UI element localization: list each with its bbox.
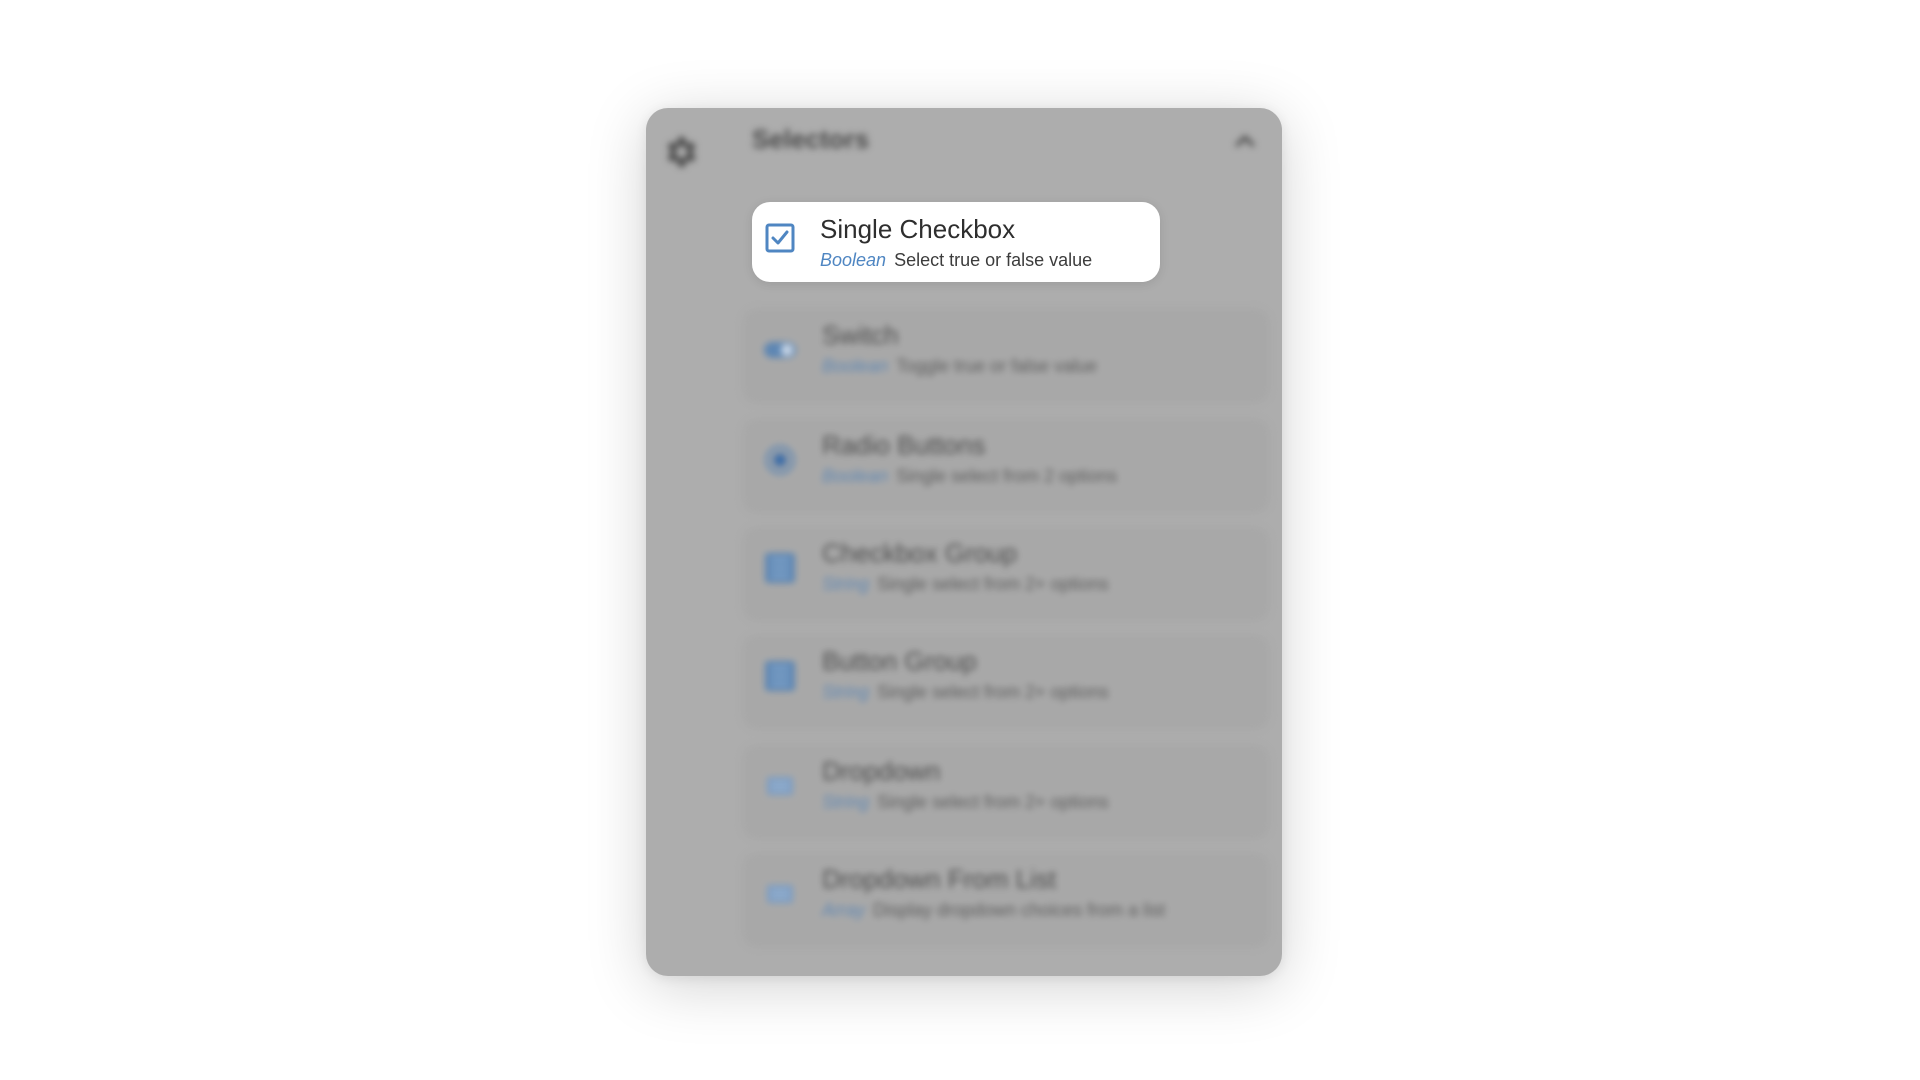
- item-description: Single select from 2+ options: [877, 574, 1109, 594]
- list-item-radio-buttons[interactable]: Radio Buttons Boolean Single select from …: [742, 418, 1270, 514]
- item-type: Boolean: [820, 250, 887, 270]
- item-description: Single select from 2+ options: [877, 682, 1109, 702]
- item-description: Select true or false value: [894, 250, 1093, 270]
- list-item-button-group[interactable]: Button Group String Single select from 2+…: [742, 634, 1270, 730]
- list-dropdown-icon: [767, 885, 793, 903]
- radio-icon: [765, 445, 795, 475]
- item-type: Boolean: [822, 356, 889, 376]
- stage: Selectors Switch Boolean Toggle true or f…: [0, 0, 1920, 1080]
- item-title: Single Checkbox: [820, 214, 1016, 244]
- item-subtitle: String Single select from 2+ options: [822, 792, 1109, 813]
- list-item-switch[interactable]: Switch Boolean Toggle true or false value: [742, 308, 1270, 404]
- item-title: Dropdown From List: [822, 864, 1057, 894]
- item-type: String: [822, 574, 870, 594]
- item-title: Checkbox Group: [822, 538, 1018, 568]
- toggle-icon: [764, 342, 796, 358]
- item-subtitle: String Single select from 2+ options: [822, 682, 1109, 703]
- chevron-up-icon[interactable]: [1230, 126, 1260, 156]
- item-title: Dropdown: [822, 756, 941, 786]
- list-item-dropdown[interactable]: Dropdown String Single select from 2+ opt…: [742, 744, 1270, 840]
- item-type: Boolean: [822, 466, 889, 486]
- item-title: Button Group: [822, 646, 977, 676]
- item-subtitle: Boolean Toggle true or false value: [822, 356, 1097, 377]
- item-description: Single select from 2 options: [896, 466, 1118, 486]
- item-subtitle: Array Display dropdown choices from a lis…: [822, 900, 1165, 921]
- dropdown-icon: [767, 777, 793, 795]
- item-description: Display dropdown choices from a list: [873, 900, 1166, 920]
- item-description: Single select from 2+ options: [877, 792, 1109, 812]
- item-title: Radio Buttons: [822, 430, 986, 460]
- item-title: Switch: [822, 320, 899, 350]
- item-type: String: [822, 682, 870, 702]
- item-type: Array: [822, 900, 866, 920]
- checkbox-group-icon: [765, 553, 795, 583]
- item-subtitle: Boolean Single select from 2 options: [822, 466, 1117, 487]
- button-group-icon: [765, 661, 795, 691]
- item-type: String: [822, 792, 870, 812]
- item-description: Toggle true or false value: [896, 356, 1098, 376]
- item-subtitle: Boolean Select true or false value: [820, 250, 1092, 271]
- gear-icon[interactable]: [660, 132, 700, 172]
- list-item-single-checkbox[interactable]: Single Checkbox Boolean Select true or fa…: [752, 202, 1160, 282]
- panel-title: Selectors: [752, 124, 870, 154]
- item-subtitle: String Single select from 2+ options: [822, 574, 1109, 595]
- checkbox-checked-icon[interactable]: [762, 220, 798, 256]
- list-item-checkbox-group[interactable]: Checkbox Group String Single select from …: [742, 526, 1270, 622]
- list-item-dropdown-from-list[interactable]: Dropdown From List Array Display dropdown…: [742, 852, 1270, 948]
